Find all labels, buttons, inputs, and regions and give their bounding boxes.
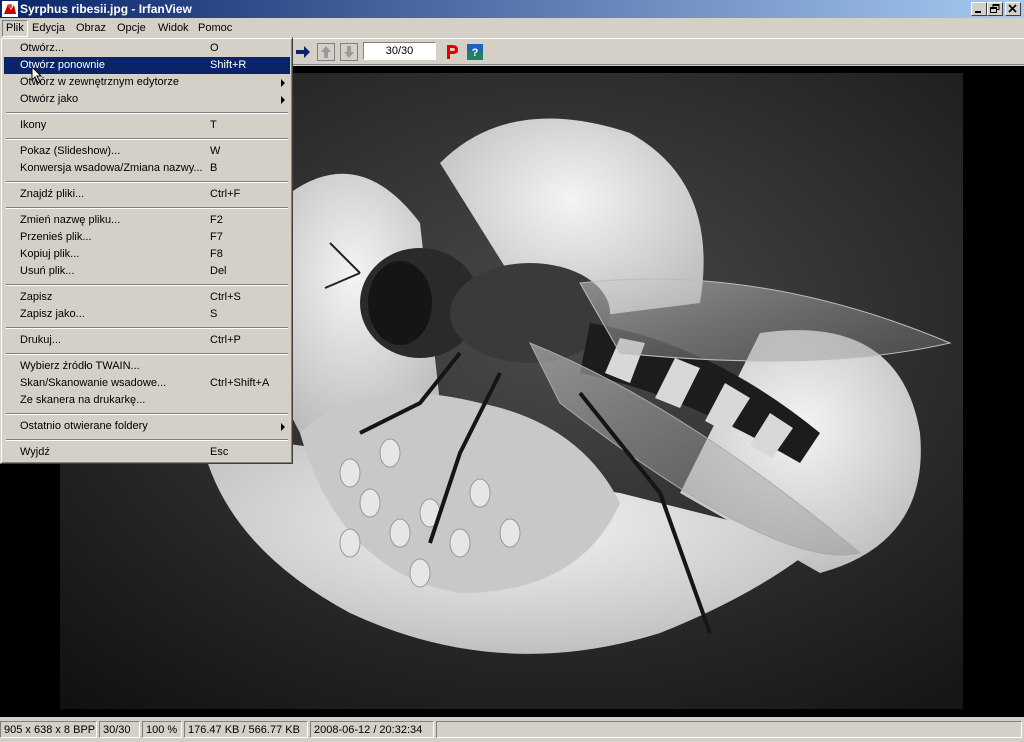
submenu-arrow-icon [281, 79, 285, 87]
menu-item-copy-file[interactable]: Kopiuj plik... F8 [4, 246, 290, 263]
next-image-arrow-icon[interactable] [294, 43, 312, 61]
irfanview-app-icon[interactable] [2, 1, 18, 17]
menu-separator [6, 353, 288, 355]
status-extra [436, 721, 1022, 738]
menu-item-batch-scan[interactable]: Skan/Skanowanie wsadowe... Ctrl+Shift+A [4, 375, 290, 392]
minimize-button[interactable] [971, 2, 987, 16]
paint-p-icon[interactable] [443, 43, 461, 61]
menu-item-exit[interactable]: Wyjdź Esc [4, 444, 290, 461]
menu-item-slideshow[interactable]: Pokaz (Slideshow)... W [4, 143, 290, 160]
menu-separator [6, 112, 288, 114]
menu-edycja[interactable]: Edycja [28, 21, 69, 36]
menu-item-recent-folders[interactable]: Ostatnio otwierane foldery [4, 418, 290, 435]
title-bar: Syrphus ribesii.jpg - IrfanView [0, 0, 1024, 18]
menu-item-save-as[interactable]: Zapisz jako... S [4, 306, 290, 323]
menu-separator [6, 327, 288, 329]
menu-item-thumbnails[interactable]: Ikony T [4, 117, 290, 134]
menu-separator [6, 284, 288, 286]
status-file-size: 176.47 KB / 566.77 KB [184, 721, 308, 738]
menu-item-move-file[interactable]: Przenieś plik... F7 [4, 229, 290, 246]
menu-plik[interactable]: Plik [2, 20, 28, 37]
status-zoom: 100 % [142, 721, 182, 738]
menu-item-save[interactable]: Zapisz Ctrl+S [4, 289, 290, 306]
status-dimensions: 905 x 638 x 8 BPP [0, 721, 97, 738]
menu-bar: Plik Edycja Obraz Opcje Widok Pomoc [0, 18, 1024, 38]
menu-item-delete-file[interactable]: Usuń plik... Del [4, 263, 290, 280]
menu-item-scan-to-printer[interactable]: Ze skanera na drukarkę... [4, 392, 290, 409]
menu-item-open-as[interactable]: Otwórz jako [4, 91, 290, 108]
menu-separator [6, 138, 288, 140]
menu-item-open-external-editor[interactable]: Otwórz w zewnętrznym edytorze [4, 74, 290, 91]
menu-item-find-files[interactable]: Znajdź pliki... Ctrl+F [4, 186, 290, 203]
move-up-icon[interactable] [317, 43, 335, 61]
menu-separator [6, 439, 288, 441]
minimize-icon [975, 11, 981, 13]
close-button[interactable] [1005, 2, 1021, 16]
menu-obraz[interactable]: Obraz [72, 21, 110, 36]
menu-item-select-twain-source[interactable]: Wybierz źródło TWAIN... [4, 358, 290, 375]
menu-separator [6, 413, 288, 415]
svg-text:?: ? [472, 47, 479, 59]
window-title: Syrphus ribesii.jpg - IrfanView [20, 2, 192, 16]
menu-separator [6, 181, 288, 183]
menu-item-open[interactable]: Otwórz... O [4, 40, 290, 57]
menu-item-reopen[interactable]: Otwórz ponownie Shift+R [4, 57, 290, 74]
submenu-arrow-icon [281, 96, 285, 104]
help-about-icon[interactable]: ? [466, 43, 484, 61]
submenu-arrow-icon [281, 423, 285, 431]
image-counter-field[interactable]: 30/30 [363, 42, 436, 60]
menu-pomoc[interactable]: Pomoc [194, 21, 236, 36]
menu-widok[interactable]: Widok [154, 21, 193, 36]
menu-opcje[interactable]: Opcje [113, 21, 150, 36]
restore-button[interactable] [987, 2, 1003, 16]
restore-icon [990, 4, 1000, 13]
menu-item-batch-conversion[interactable]: Konwersja wsadowa/Zmiana nazwy... B [4, 160, 290, 177]
mouse-pointer-icon [31, 66, 43, 84]
status-bar: 905 x 638 x 8 BPP 30/30 100 % 176.47 KB … [0, 718, 1024, 742]
menu-item-print[interactable]: Drukuj... Ctrl+P [4, 332, 290, 349]
menu-separator [6, 207, 288, 209]
file-menu-dropdown: Otwórz... O Otwórz ponownie Shift+R Otwó… [0, 37, 293, 464]
menu-item-rename-file[interactable]: Zmień nazwę pliku... F2 [4, 212, 290, 229]
status-date: 2008-06-12 / 20:32:34 [310, 721, 434, 738]
status-image-index: 30/30 [99, 721, 140, 738]
move-down-icon[interactable] [340, 43, 358, 61]
close-icon [1008, 4, 1017, 13]
